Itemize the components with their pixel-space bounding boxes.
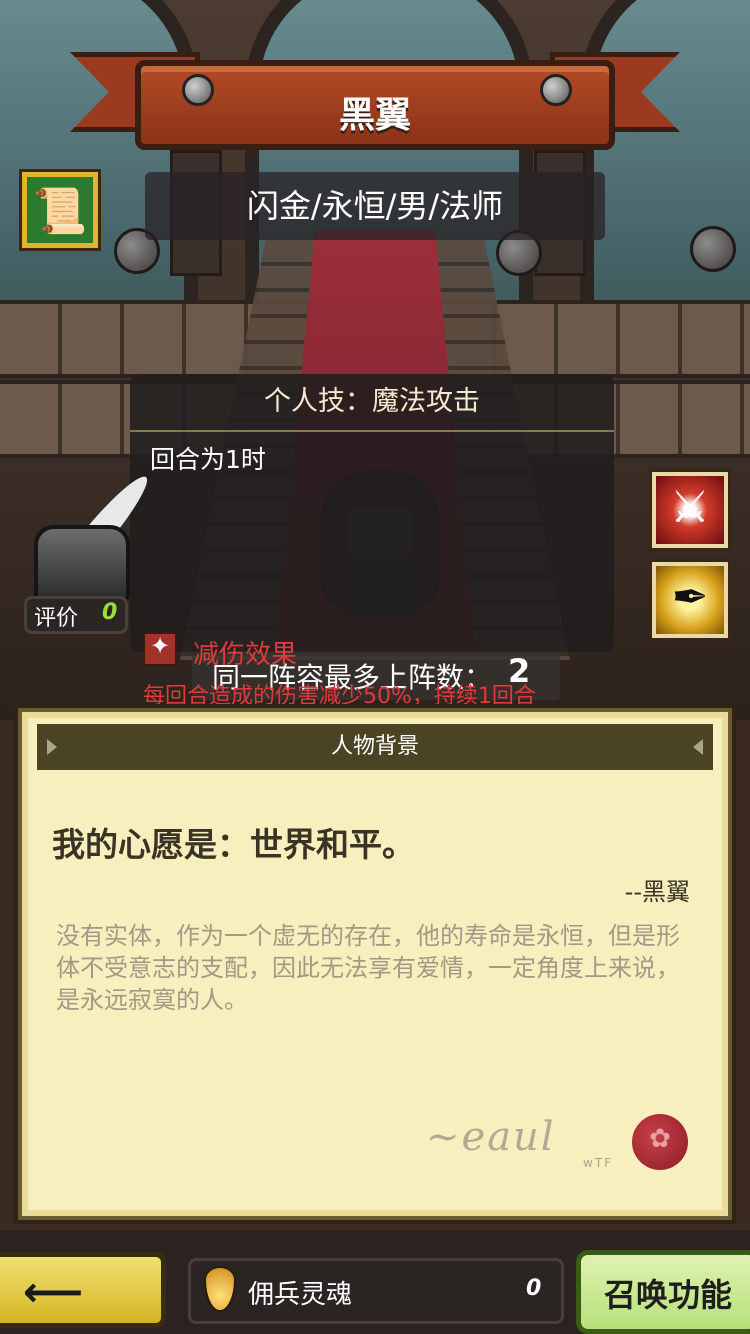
wax-seal-icon: ✿ <box>632 1114 688 1170</box>
black-feather-icon: ✒ <box>671 572 709 623</box>
scroll-button[interactable]: 📜 <box>22 172 98 248</box>
back-arrow-icon: ⟵ <box>23 1267 84 1316</box>
quote-signature: --黑翼 <box>624 878 690 906</box>
hero-attributes: 闪金/永恒/男/法师 <box>246 187 504 225</box>
back-button[interactable]: ⟵ <box>0 1252 166 1328</box>
handwritten-signature: ~eaul wTF <box>426 1114 614 1170</box>
soul-label: 佣兵灵魂 <box>248 1280 353 1310</box>
hero-name: 黑翼 <box>338 95 411 136</box>
skill-tooltip: 个人技：魔法攻击 回合为1时 <box>130 374 614 652</box>
hero-bio: 没有实体，作为一个虚无的存在，他的寿命是永恒，但是形体不受意志的支配，因此无法享… <box>56 922 680 1014</box>
effect-title: 减伤效果 <box>193 640 298 670</box>
soul-counter <box>188 1258 564 1324</box>
skill-slot-1[interactable]: ⚔ <box>652 472 728 548</box>
soul-flame-icon <box>200 1262 236 1314</box>
skill-detail: 回合为1时 <box>150 445 266 474</box>
panel-header-title: 人物背景 <box>330 734 419 759</box>
skill-title: 个人技：魔法攻击 <box>130 374 614 432</box>
hero-quote: 我的心愿是：世界和平。 <box>52 825 415 864</box>
skill-slot-2[interactable]: ✒ <box>652 562 728 638</box>
sword-slash-icon: ⚔ <box>670 482 710 533</box>
signature-stamp: wTF <box>583 1156 614 1170</box>
summon-button-label[interactable]: 召唤功能 <box>604 1270 732 1316</box>
scroll-icon: 📜 <box>32 186 88 237</box>
soul-value: 0 <box>526 1276 542 1301</box>
damage-reduction-icon: ✦ <box>143 632 177 666</box>
stone-orb <box>690 226 736 272</box>
inkwell-icon[interactable] <box>30 455 157 603</box>
rating-value: 0 <box>102 600 118 625</box>
rating-label: 评价 <box>34 606 79 631</box>
